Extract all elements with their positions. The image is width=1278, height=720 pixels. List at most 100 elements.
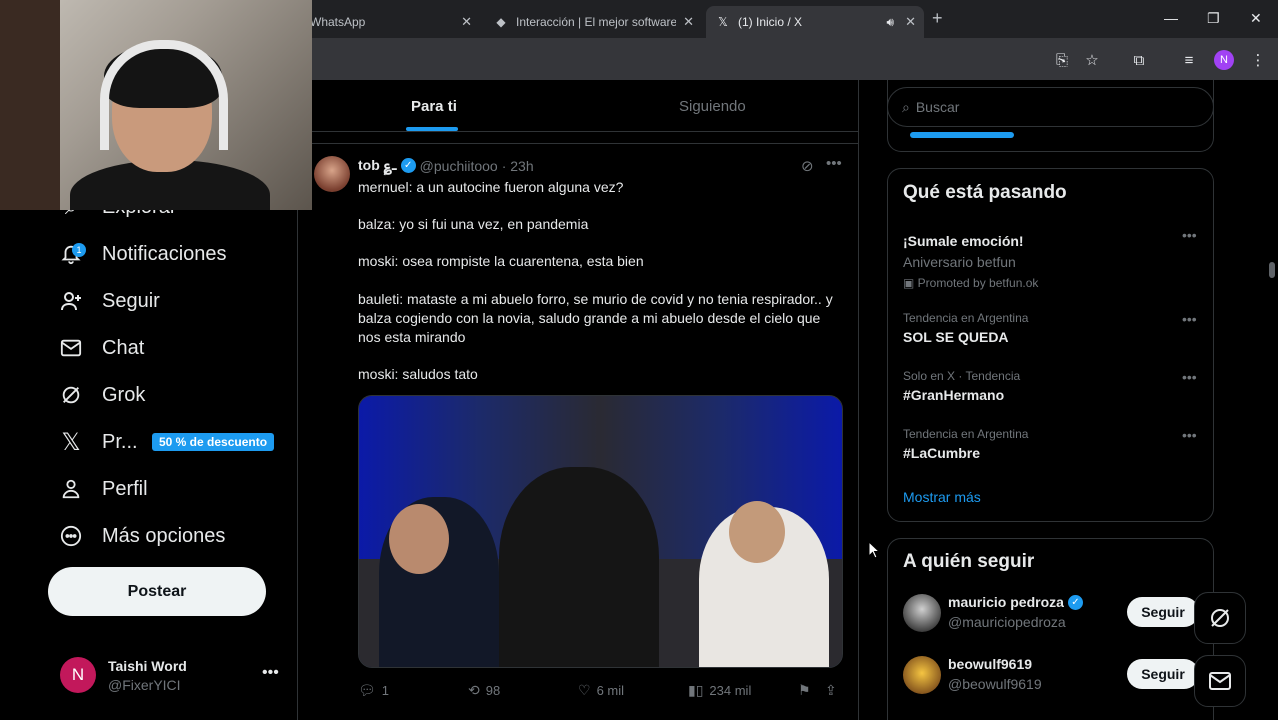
trend-item[interactable]: Solo en X · Tendencia #GranHermano [903, 369, 1203, 403]
suggestion-handle: @beowulf9619 [948, 676, 1042, 692]
premium-discount-badge: 50 % de descuento [152, 433, 275, 451]
browser-menu-icon[interactable]: ⋮ [1248, 50, 1268, 70]
tweet-more-icon[interactable]: ••• [826, 155, 842, 172]
trends-title: Qué está pasando [903, 182, 1067, 203]
tweet-header: tob ؏ـ ✓ @puchiitooo · 23h [358, 157, 534, 174]
nav-seguir[interactable]: Seguir [58, 281, 160, 321]
speaker-icon[interactable]: 🔊︎ [886, 15, 894, 30]
install-app-icon[interactable]: ⎘ [1052, 50, 1072, 70]
nav-grok[interactable]: Grok [58, 375, 145, 415]
suggestion-handle: @mauriciopedroza [948, 614, 1066, 630]
trend-meta: Solo en X · Tendencia [903, 369, 1021, 383]
grok-icon[interactable]: ⊘ [801, 157, 814, 175]
follow-suggestion[interactable]: beowulf9619 @beowulf9619 Seguir [903, 653, 1203, 697]
tab-para-ti[interactable]: Para ti [411, 80, 457, 132]
browser-profile-avatar[interactable]: N [1214, 50, 1234, 70]
nav-label: Grok [102, 383, 146, 406]
nav-label: Pr... [102, 430, 138, 453]
tab-title: (1) Inicio / X [738, 15, 803, 29]
repost-button[interactable]: ⟲ 98 [468, 682, 500, 699]
x-logo-icon: 𝕏 [61, 428, 81, 456]
trend-title: #GranHermano [903, 387, 1005, 403]
tweet-time[interactable]: · 23h [502, 158, 534, 174]
premium-cta-button[interactable] [910, 132, 1014, 138]
nav-mas-opciones[interactable]: Más opciones [58, 516, 225, 556]
nav-label: Más opciones [102, 524, 226, 547]
nav-label: Perfil [102, 477, 148, 500]
suggestion-name: mauricio pedroza ✓ [948, 594, 1087, 610]
avatar[interactable] [903, 594, 941, 632]
trend-subtitle: Aniversario betfun [903, 254, 1016, 270]
verified-badge-icon: ✓ [1067, 594, 1083, 610]
tweet[interactable]: tob ؏ـ ✓ @puchiitooo · 23h ⊘ ••• mernuel… [298, 143, 858, 720]
who-to-follow-title: A quién seguir [903, 551, 1035, 572]
tab-interaccion[interactable]: ◆ Interacción | El mejor software p ✕ [484, 6, 702, 38]
tweet-author-handle[interactable]: @puchiitooo [420, 158, 498, 174]
repost-icon: ⟲ [468, 682, 480, 698]
nav-label: Chat [102, 336, 145, 359]
trend-item[interactable]: Tendencia en Argentina #LaCumbre [903, 427, 1203, 461]
account-switcher[interactable]: N Taishi Word @FixerYICI [60, 657, 187, 693]
follow-button[interactable]: Seguir [1127, 597, 1199, 627]
media-control-icon[interactable]: ≡ [1179, 50, 1199, 70]
show-more-link[interactable]: Mostrar más [903, 489, 981, 505]
tweet-author-avatar[interactable] [314, 156, 350, 192]
search-input[interactable] [915, 99, 1176, 115]
nav-notificaciones[interactable]: 1 Notificaciones [58, 234, 227, 274]
tweet-media-image[interactable] [358, 395, 843, 668]
views-button[interactable]: ▮▯ 234 mil [688, 682, 751, 699]
close-tab-icon[interactable]: ✕ [683, 14, 694, 30]
minimize-button[interactable]: — [1164, 10, 1178, 26]
reply-button[interactable]: 💬︎ 1 [358, 682, 389, 699]
bell-icon: 1 [58, 241, 86, 267]
trend-more-icon[interactable]: ••• [1182, 427, 1197, 443]
trend-meta: Tendencia en Argentina [903, 311, 1029, 325]
mouse-cursor-icon [868, 541, 880, 559]
share-button[interactable]: ⇪ [825, 682, 843, 699]
nav-chat[interactable]: Chat [58, 328, 144, 368]
trend-title: #LaCumbre [903, 445, 981, 461]
tab-whatsapp[interactable]: WhatsApp ✕ [300, 6, 480, 38]
like-button[interactable]: ♡ 6 mil [578, 682, 624, 699]
trend-title: ¡Sumale emoción! [903, 233, 1024, 249]
close-tab-icon[interactable]: ✕ [905, 14, 916, 30]
close-tab-icon[interactable]: ✕ [461, 14, 472, 30]
more-circle-icon [58, 523, 84, 549]
who-to-follow-card: A quién seguir mauricio pedroza ✓ @mauri… [887, 538, 1214, 720]
avatar[interactable] [903, 656, 941, 694]
bookmark-button[interactable]: ⚑ [798, 682, 817, 699]
tab-x-home[interactable]: 𝕏 (1) Inicio / X 🔊︎ ✕ [706, 6, 924, 38]
mail-icon [58, 335, 84, 361]
trend-more-icon[interactable]: ••• [1182, 311, 1197, 327]
tab-siguiendo[interactable]: Siguiendo [679, 80, 746, 132]
reply-icon: 💬︎ [358, 682, 376, 698]
nav-premium[interactable]: 𝕏 Pr... [58, 422, 138, 462]
trend-item[interactable]: ¡Sumale emoción! Aniversario betfun ▣ Pr… [903, 229, 1203, 290]
follow-suggestion[interactable]: mauricio pedroza ✓ @mauriciopedroza Segu… [903, 591, 1203, 635]
scrollbar-thumb[interactable] [1269, 262, 1275, 278]
extensions-icon[interactable]: ⧉ [1129, 50, 1149, 70]
trend-item[interactable]: Tendencia en Argentina SOL SE QUEDA [903, 311, 1203, 345]
maximize-button[interactable]: ❐ [1207, 10, 1220, 27]
new-tab-button[interactable]: + [932, 8, 943, 29]
trend-more-icon[interactable]: ••• [1182, 369, 1197, 385]
tweet-text-line: moski: osea rompiste la cuarentena, esta… [358, 253, 644, 269]
account-more-icon[interactable]: ••• [262, 664, 279, 682]
post-button[interactable]: Postear [48, 567, 266, 616]
page-scrollbar[interactable] [1266, 80, 1278, 720]
search-box[interactable]: ⌕ [887, 87, 1214, 127]
bookmark-star-icon[interactable]: ☆ [1082, 50, 1102, 70]
follow-button[interactable]: Seguir [1127, 659, 1199, 689]
messages-float-button[interactable] [1194, 655, 1246, 707]
nav-perfil[interactable]: Perfil [58, 469, 148, 509]
close-window-button[interactable]: ✕ [1250, 10, 1262, 27]
follow-icon [58, 288, 84, 314]
trend-more-icon[interactable]: ••• [1182, 227, 1197, 243]
verified-badge-icon: ✓ [400, 158, 416, 173]
tweet-author-name[interactable]: tob ؏ـ [358, 157, 397, 174]
analytics-icon: ▮▯ [688, 682, 704, 698]
nav-label: Seguir [102, 289, 160, 312]
x-logo-icon: 𝕏 [718, 15, 728, 29]
like-count: 6 mil [596, 683, 625, 698]
grok-float-button[interactable] [1194, 592, 1246, 644]
